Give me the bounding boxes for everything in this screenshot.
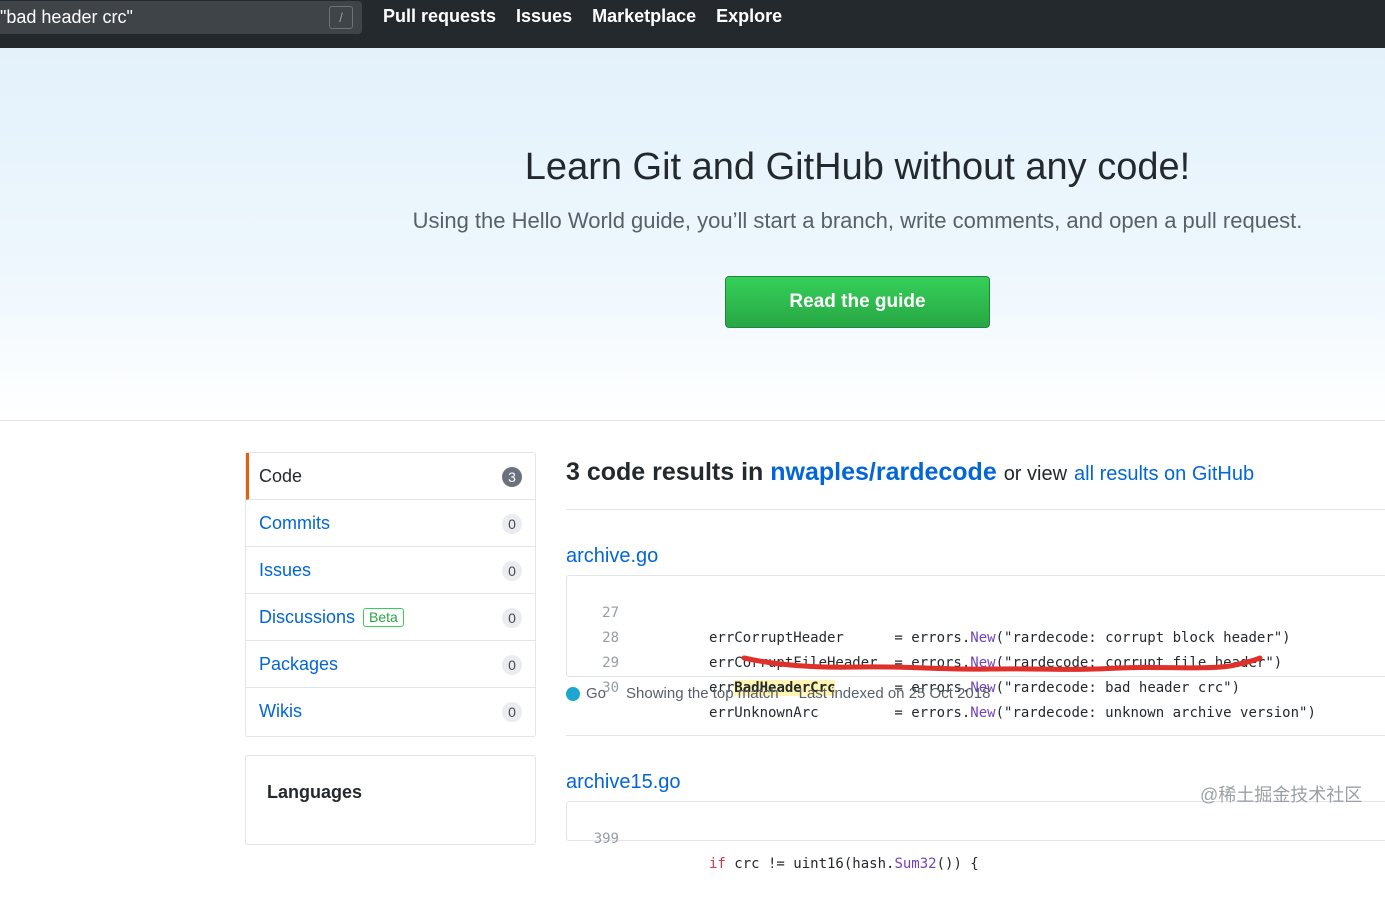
menu-item-count: 0 xyxy=(502,655,522,675)
main-nav: Pull requests Issues Marketplace Explore xyxy=(383,6,802,27)
search-type-menu: Code 3 Commits 0 Issues 0 Discussions Be… xyxy=(245,452,536,737)
menu-item-code[interactable]: Code 3 xyxy=(246,453,535,500)
result-indexed-date: Last indexed on 25 Oct 2018 xyxy=(798,685,991,702)
result-language: Go xyxy=(586,685,607,702)
code-snippet: 399 if crc != uint16(hash.Sum32()) { xyxy=(566,801,1385,872)
menu-item-label: Discussions xyxy=(259,606,356,627)
top-navbar: / Pull requests Issues Marketplace Explo… xyxy=(0,0,1385,48)
file-link-archive15-go[interactable]: archive15.go xyxy=(566,771,681,794)
menu-item-commits[interactable]: Commits 0 xyxy=(246,500,535,547)
line-code: errUnknownArc = errors.New("rardecode: u… xyxy=(709,705,1316,721)
menu-item-count: 0 xyxy=(502,561,522,581)
menu-item-count: 0 xyxy=(502,608,522,628)
language-color-dot xyxy=(566,686,580,701)
menu-item-label: Commits xyxy=(259,512,330,533)
or-view-text: or view xyxy=(1003,463,1068,485)
code-line: 28 errCorruptFileHeader = errors.New("ra… xyxy=(567,601,1385,671)
results-count: 3 code results in xyxy=(566,458,764,486)
beta-badge: Beta xyxy=(363,607,404,627)
divider xyxy=(566,509,1385,510)
search-box[interactable]: / xyxy=(0,1,362,34)
nav-issues[interactable]: Issues xyxy=(516,6,572,27)
line-code: if crc != uint16(hash.Sum32()) { xyxy=(709,856,979,872)
menu-item-count: 0 xyxy=(502,702,522,722)
red-annotation-squiggle xyxy=(741,655,1263,672)
banner-title: Learn Git and GitHub without any code! xyxy=(524,146,1191,188)
results-heading: 3 code results in nwaples/rardecode or v… xyxy=(566,458,1254,487)
line-number: 399 xyxy=(593,831,619,847)
menu-item-count: 3 xyxy=(502,467,522,487)
menu-item-count: 0 xyxy=(502,514,522,534)
menu-item-packages[interactable]: Packages 0 xyxy=(246,641,535,688)
search-input[interactable] xyxy=(0,1,320,34)
read-guide-button[interactable]: Read the guide xyxy=(725,276,990,328)
languages-panel: Languages xyxy=(245,755,536,845)
menu-item-label: Issues xyxy=(259,559,312,580)
result-meta: Go Showing the top match Last indexed on… xyxy=(566,685,1010,702)
watermark: @稀土掘金技术社区 xyxy=(1200,785,1363,805)
banner-subtitle: Using the Hello World guide, you’ll star… xyxy=(412,208,1303,233)
languages-title: Languages xyxy=(267,782,363,802)
code-line: 29 errBadHeaderCrc = errors.New("rardeco… xyxy=(567,626,1385,696)
menu-item-label: Code xyxy=(259,465,303,486)
nav-explore[interactable]: Explore xyxy=(716,6,782,27)
file-link-archive-go[interactable]: archive.go xyxy=(566,545,658,568)
menu-item-discussions[interactable]: Discussions Beta 0 xyxy=(246,594,535,641)
nav-marketplace[interactable]: Marketplace xyxy=(592,6,696,27)
hello-world-banner: Learn Git and GitHub without any code! U… xyxy=(0,48,1385,421)
menu-item-issues[interactable]: Issues 0 xyxy=(246,547,535,594)
repo-link[interactable]: nwaples/rardecode xyxy=(770,458,996,486)
menu-item-wikis[interactable]: Wikis 0 xyxy=(246,688,535,735)
divider xyxy=(566,735,1385,736)
menu-item-label: Wikis xyxy=(259,701,302,721)
all-results-link[interactable]: all results on GitHub xyxy=(1074,463,1254,485)
result-match-note: Showing the top match xyxy=(626,685,779,702)
nav-pull-requests[interactable]: Pull requests xyxy=(383,6,496,27)
menu-item-label: Packages xyxy=(259,653,339,674)
search-shortcut-key: / xyxy=(329,6,353,29)
code-line: 27 errCorruptHeader = errors.New("rardec… xyxy=(567,576,1385,646)
